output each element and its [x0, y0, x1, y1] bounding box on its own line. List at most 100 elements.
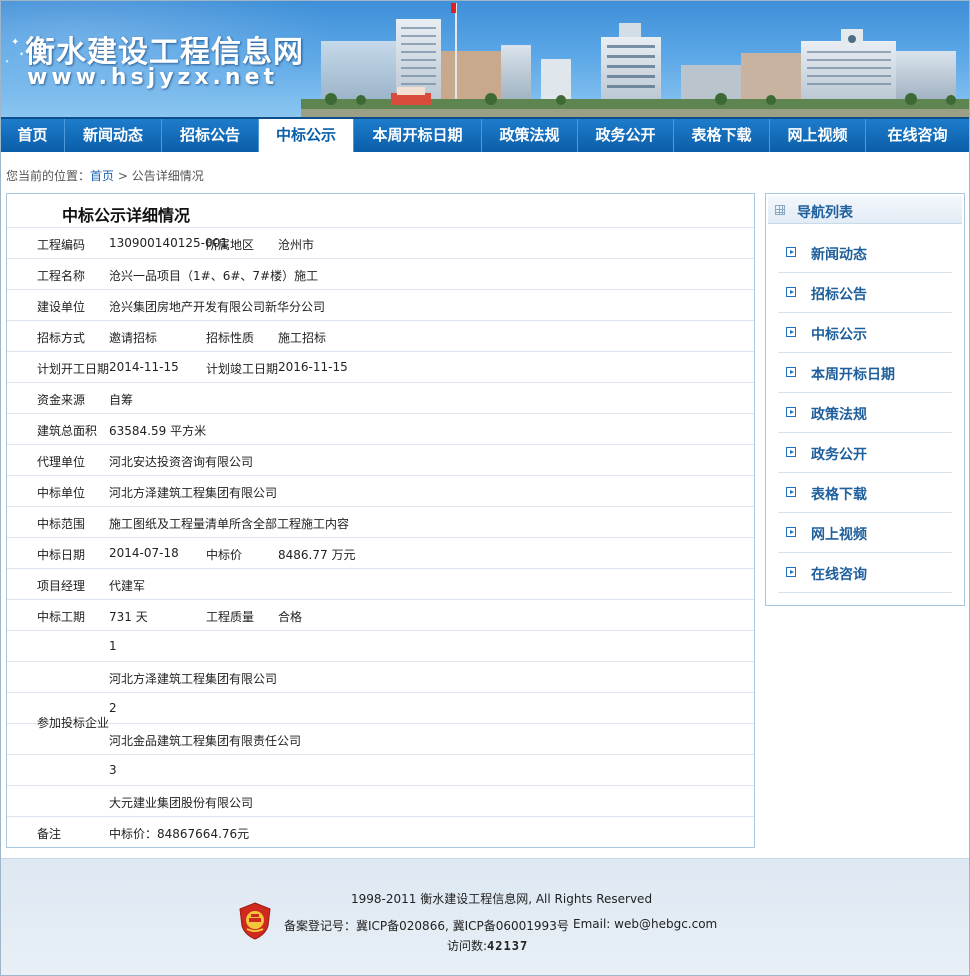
detail-row: 资金来源 自筹: [7, 382, 754, 413]
field-value: 施工图纸及工程量清单所含全部工程施工内容: [109, 517, 350, 531]
sidebar-item-label: 政务公开: [811, 447, 867, 463]
nav-weekly-bid-opening[interactable]: 本周开标日期: [354, 119, 482, 152]
sidebar-list: 新闻动态招标公告中标公示本周开标日期政策法规政务公开表格下载网上视频 在线咨询: [778, 233, 952, 593]
main-nav: 首页 新闻动态 招标公告 中标公示 本周开标日期 政策法规 政务公开 表格下载 …: [1, 117, 969, 152]
breadcrumb: 您当前的位置：首页 > 公告详细情况: [6, 167, 204, 184]
footer: 1998-2011 衡水建设工程信息网, All Rights Reserved…: [1, 858, 969, 975]
field-value: 河北金品建筑工程集团有限责任公司: [109, 734, 302, 748]
visit-counter: 访问数:42137: [447, 937, 528, 954]
arrow-right-icon: [786, 447, 796, 457]
copyright-text: 1998-2011 衡水建设工程信息网, All Rights Reserved: [351, 892, 653, 906]
detail-row: 1: [7, 630, 754, 661]
field-value: 自筹: [109, 393, 134, 407]
field-label: 中标范围: [37, 517, 86, 531]
sidebar-item[interactable]: 政策法规: [778, 393, 952, 433]
detail-row: 工程名称 沧兴一品项目（1#、6#、7#楼）施工: [7, 258, 754, 289]
detail-table: 工程编码 130900140125-001 所属地区 沧州市 工程名称 沧兴一品项目（1#…: [7, 227, 754, 847]
detail-row: 中标日期 2014-07-18 中标价 8486.77 万元: [7, 537, 754, 568]
arrow-right-icon: [786, 367, 796, 377]
sidebar-item[interactable]: 新闻动态: [778, 233, 952, 273]
sidebar-item-label: 本周开标日期: [811, 367, 895, 383]
visit-label: 访问数:: [447, 939, 488, 953]
site-banner: ✦ ✦ ✦ 衡水建设工程信息网 www.hsjyzx.net: [1, 1, 969, 117]
detail-row: 中标工期 731 天 工程质量 合格: [7, 599, 754, 630]
nav-policies[interactable]: 政策法规: [482, 119, 578, 152]
sidebar-item[interactable]: 网上视频: [778, 513, 952, 553]
field-value: 中标价：84867664.76元: [109, 827, 250, 841]
breadcrumb-prefix: 您当前的位置：: [6, 169, 91, 183]
detail-row: 河北金品建筑工程集团有限责任公司: [7, 723, 754, 754]
nav-form-download[interactable]: 表格下载: [674, 119, 770, 152]
field-value: 3: [109, 763, 117, 777]
sparkle-icon: ✦: [19, 51, 25, 58]
sparkle-icon: ✦: [11, 37, 20, 48]
field-value: 2014-07-18: [109, 546, 179, 560]
field-value: 沧兴一品项目（1#、6#、7#楼）施工: [109, 269, 319, 283]
detail-row: 招标方式 邀请招标 招标性质 施工招标: [7, 320, 754, 351]
field-value: 合格: [278, 610, 303, 624]
field-label: 资金来源: [37, 393, 86, 407]
sidebar-item[interactable]: 在线咨询: [778, 553, 952, 593]
field-value: 2016-11-15: [278, 360, 348, 374]
sidebar-item-label: 新闻动态: [811, 247, 867, 263]
field-value: 沧州市: [278, 238, 315, 252]
sidebar-item[interactable]: 招标公告: [778, 273, 952, 313]
detail-row: 建设单位 沧兴集团房地产开发有限公司新华分公司: [7, 289, 754, 320]
detail-row: 大元建业集团股份有限公司: [7, 785, 754, 816]
field-value: 731 天: [109, 610, 148, 624]
sidebar-item[interactable]: 中标公示: [778, 313, 952, 353]
sidebar-item[interactable]: 本周开标日期: [778, 353, 952, 393]
field-label: 备注: [37, 827, 62, 841]
field-label: 建设单位: [37, 300, 86, 314]
sidebar-item-label: 表格下载: [811, 487, 867, 503]
arrow-right-icon: [786, 527, 796, 537]
detail-row: 工程编码 130900140125-001 所属地区 沧州市: [7, 227, 754, 258]
award-detail-panel: 中标公示详细情况 工程编码 130900140125-001 所属地区 沧州市 工程名称…: [6, 193, 755, 848]
detail-row: 计划开工日期 2014-11-15 计划竣工日期 2016-11-15: [7, 351, 754, 382]
sidebar-item[interactable]: 表格下载: [778, 473, 952, 513]
site-url: www.hsjyzx.net: [27, 65, 279, 90]
field-label: 招标方式: [37, 331, 86, 345]
field-label: 中标日期: [37, 548, 86, 562]
field-value: 沧兴集团房地产开发有限公司新华分公司: [109, 300, 326, 314]
visit-count: 42137: [487, 939, 529, 953]
sidebar-item[interactable]: 政务公开: [778, 433, 952, 473]
field-value: 8486.77 万元: [278, 548, 356, 562]
icp-registration: 备案登记号：冀ICP备020866, 冀ICP备06001993号: [284, 919, 569, 933]
detail-row: 中标范围 施工图纸及工程量清单所含全部工程施工内容: [7, 506, 754, 537]
nav-home[interactable]: 首页: [1, 119, 65, 152]
grid-icon: [775, 205, 785, 215]
detail-row: 建筑总面积 63584.59 平方米: [7, 413, 754, 444]
arrow-right-icon: [786, 327, 796, 337]
detail-row: 代理单位 河北安达投资咨询有限公司: [7, 444, 754, 475]
nav-tender-notice[interactable]: 招标公告: [162, 119, 259, 152]
detail-row: 3: [7, 754, 754, 785]
police-emblem-icon: [239, 902, 271, 940]
field-value: 2014-11-15: [109, 360, 179, 374]
field-value: 河北方泽建筑工程集团有限公司: [109, 486, 278, 500]
panel-title: 中标公示详细情况: [62, 206, 191, 225]
field-label: 工程质量: [206, 610, 255, 624]
detail-row: 2: [7, 692, 754, 723]
nav-government-affairs[interactable]: 政务公开: [578, 119, 674, 152]
nav-online-video[interactable]: 网上视频: [770, 119, 866, 152]
field-value: 1: [109, 639, 117, 653]
field-value: 代建军: [109, 579, 146, 593]
arrow-right-icon: [786, 407, 796, 417]
breadcrumb-home-link[interactable]: 首页: [90, 169, 114, 183]
sidebar-title: 导航列表: [797, 205, 853, 221]
nav-award-notice[interactable]: 中标公示: [259, 119, 354, 152]
field-label: 计划开工日期: [37, 362, 110, 376]
field-label: 所属地区: [206, 238, 255, 252]
detail-row: 项目经理 代建军: [7, 568, 754, 599]
field-value: 河北方泽建筑工程集团有限公司: [109, 672, 278, 686]
nav-online-consult[interactable]: 在线咨询: [866, 119, 969, 152]
field-label: 计划竣工日期: [206, 362, 279, 376]
detail-row: 中标单位 河北方泽建筑工程集团有限公司: [7, 475, 754, 506]
bidders-label: 参加投标企业: [37, 716, 110, 730]
detail-row: 河北方泽建筑工程集团有限公司: [7, 661, 754, 692]
sidebar-item-label: 中标公示: [811, 327, 867, 343]
breadcrumb-separator: >: [114, 169, 132, 183]
field-label: 中标工期: [37, 610, 86, 624]
nav-news[interactable]: 新闻动态: [65, 119, 162, 152]
